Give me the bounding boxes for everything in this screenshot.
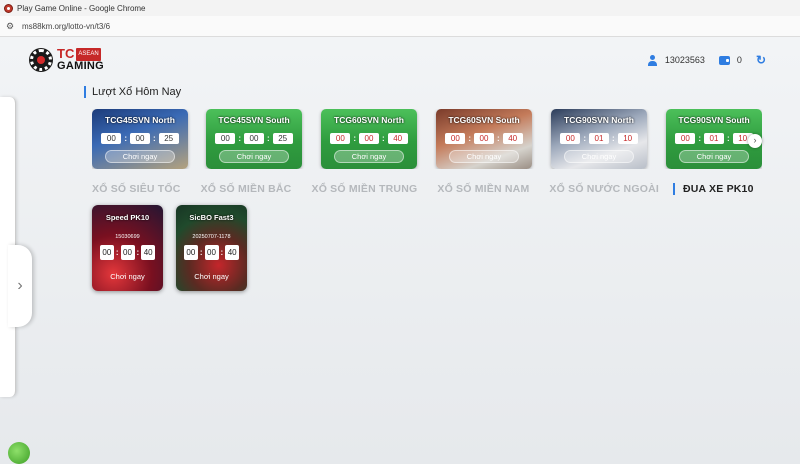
countdown: 00: 00: 25 bbox=[206, 133, 302, 144]
timer-seconds: 40 bbox=[387, 133, 408, 144]
play-now-button[interactable]: Chơi ngay bbox=[564, 150, 634, 163]
timer-hours: 00 bbox=[445, 133, 466, 144]
game-title: Speed PK10 bbox=[105, 213, 150, 222]
timer-minutes: 00 bbox=[130, 133, 150, 144]
timer-hours: 00 bbox=[330, 133, 351, 144]
user-id: 13023563 bbox=[664, 55, 705, 65]
countdown: 00: 01: 10 bbox=[551, 133, 647, 144]
category-tabs: XỔ SỐ SIÊU TỐC XỔ SỐ MIỀN BẮC XỔ SỐ MIỀN… bbox=[92, 183, 774, 195]
timer-seconds: 10 bbox=[617, 133, 638, 144]
game-card[interactable]: TCG45SVN South 00: 00: 25 Chơi ngay bbox=[206, 109, 302, 169]
play-now-button[interactable]: Chơi ngay bbox=[334, 150, 404, 163]
countdown: 00: 00: 25 bbox=[92, 133, 188, 144]
play-now-button[interactable]: Chơi ngay bbox=[679, 150, 749, 163]
play-now-button[interactable]: Chơi ngay bbox=[449, 150, 519, 163]
wallet-icon[interactable] bbox=[718, 55, 730, 65]
timer-hours: 00 bbox=[99, 245, 114, 260]
timer-minutes: 00 bbox=[474, 133, 494, 144]
main-content: TC ASEAN GAMING 13023563 0 ↻ Lượt Xổ Hôm … bbox=[22, 37, 786, 464]
favicon-icon bbox=[4, 3, 13, 13]
timer-hours: 00 bbox=[215, 133, 236, 144]
countdown: 00: 00: 40 bbox=[176, 245, 247, 260]
window-title: Play Game Online - Google Chrome bbox=[17, 3, 146, 13]
play-now-button[interactable]: Chơi ngay bbox=[92, 272, 163, 281]
site-settings-icon[interactable]: ⚙ bbox=[6, 21, 16, 31]
carousel-next-chevron-right-icon[interactable]: › bbox=[748, 134, 762, 148]
game-card[interactable]: TCG60SVN South 00: 00: 40 Chơi ngay bbox=[436, 109, 532, 169]
tab-xo-so-mien-bac[interactable]: XỔ SỐ MIỀN BẮC bbox=[201, 183, 292, 195]
timer-minutes: 00 bbox=[244, 133, 264, 144]
countdown: 00: 00: 40 bbox=[436, 133, 532, 144]
timer-minutes: 00 bbox=[120, 245, 135, 260]
game-title: TCG60SVN North bbox=[334, 115, 404, 125]
game-title: TCG45SVN South bbox=[218, 115, 290, 125]
timer-minutes: 01 bbox=[704, 133, 724, 144]
user-icon[interactable] bbox=[647, 54, 658, 66]
timer-hours: 00 bbox=[675, 133, 696, 144]
timer-hours: 00 bbox=[101, 133, 122, 144]
tab-dua-xe-pk10[interactable]: ĐUA XE PK10 bbox=[672, 183, 754, 195]
url-text[interactable]: ms88km.org/lotto-vn/t3/6 bbox=[22, 22, 110, 31]
timer-seconds: 40 bbox=[225, 245, 240, 260]
timer-hours: 00 bbox=[183, 245, 198, 260]
address-bar[interactable]: ⚙ ms88km.org/lotto-vn/t3/6 bbox=[0, 16, 800, 37]
timer-minutes: 01 bbox=[589, 133, 609, 144]
balance: 0 bbox=[736, 55, 742, 65]
section-title: Lượt Xổ Hôm Nay bbox=[84, 86, 181, 98]
pk10-game-card[interactable]: SicBO Fast3 20250707-1178 00: 00: 40 Chơ… bbox=[176, 205, 247, 291]
game-carousel: TCG45SVN North 00: 00: 25 Chơi ngay TCG4… bbox=[92, 109, 762, 169]
timer-minutes: 00 bbox=[204, 245, 219, 260]
poker-chip-icon bbox=[30, 49, 52, 71]
game-card[interactable]: TCG45SVN North 00: 00: 25 Chơi ngay bbox=[92, 109, 188, 169]
refresh-icon[interactable]: ↻ bbox=[756, 53, 766, 67]
timer-minutes: 00 bbox=[359, 133, 379, 144]
timer-seconds: 40 bbox=[141, 245, 156, 260]
play-now-button[interactable]: Chơi ngay bbox=[219, 150, 289, 163]
pk10-game-card[interactable]: Speed PK10 15030699 00: 00: 40 Chơi ngay bbox=[92, 205, 163, 291]
game-title: TCG60SVN South bbox=[448, 115, 520, 125]
timer-seconds: 25 bbox=[158, 133, 179, 144]
game-title: TCG90SVN North bbox=[564, 115, 634, 125]
timer-seconds: 40 bbox=[502, 133, 523, 144]
timer-hours: 00 bbox=[560, 133, 581, 144]
tab-xo-so-nuoc-ngoai[interactable]: XỔ SỐ NƯỚC NGOÀI bbox=[549, 183, 659, 195]
tc-gaming-logo[interactable]: TC ASEAN GAMING bbox=[30, 46, 105, 72]
game-title: TCG45SVN North bbox=[105, 115, 175, 125]
page: › TC ASEAN GAMING 13023563 0 ↻ Lượt Xổ Hô… bbox=[0, 37, 800, 464]
logo-gaming: GAMING bbox=[57, 60, 105, 72]
browser-title-bar: Play Game Online - Google Chrome bbox=[0, 0, 800, 16]
countdown: 00: 00: 40 bbox=[321, 133, 417, 144]
game-card[interactable]: TCG60SVN North 00: 00: 40 Chơi ngay bbox=[321, 109, 417, 169]
logo-tc: TC bbox=[57, 46, 75, 61]
draw-id: 15030699 bbox=[115, 234, 140, 240]
user-box: 13023563 0 ↻ bbox=[647, 53, 766, 67]
tab-xo-so-mien-nam[interactable]: XỔ SỐ MIỀN NAM bbox=[437, 183, 529, 195]
tab-xo-so-mien-trung[interactable]: XỔ SỐ MIỀN TRUNG bbox=[311, 183, 417, 195]
countdown: 00: 00: 40 bbox=[92, 245, 163, 260]
game-card[interactable]: TCG90SVN North 00: 01: 10 Chơi ngay bbox=[551, 109, 647, 169]
draw-id: 20250707-1178 bbox=[192, 234, 231, 240]
game-title: SicBO Fast3 bbox=[189, 213, 234, 222]
play-now-button[interactable]: Chơi ngay bbox=[176, 272, 247, 281]
timer-seconds: 25 bbox=[272, 133, 293, 144]
play-now-button[interactable]: Chơi ngay bbox=[105, 150, 175, 163]
tab-xo-so-sieu-toc[interactable]: XỔ SỐ SIÊU TỐC bbox=[92, 183, 181, 195]
game-title: TCG90SVN South bbox=[678, 115, 750, 125]
